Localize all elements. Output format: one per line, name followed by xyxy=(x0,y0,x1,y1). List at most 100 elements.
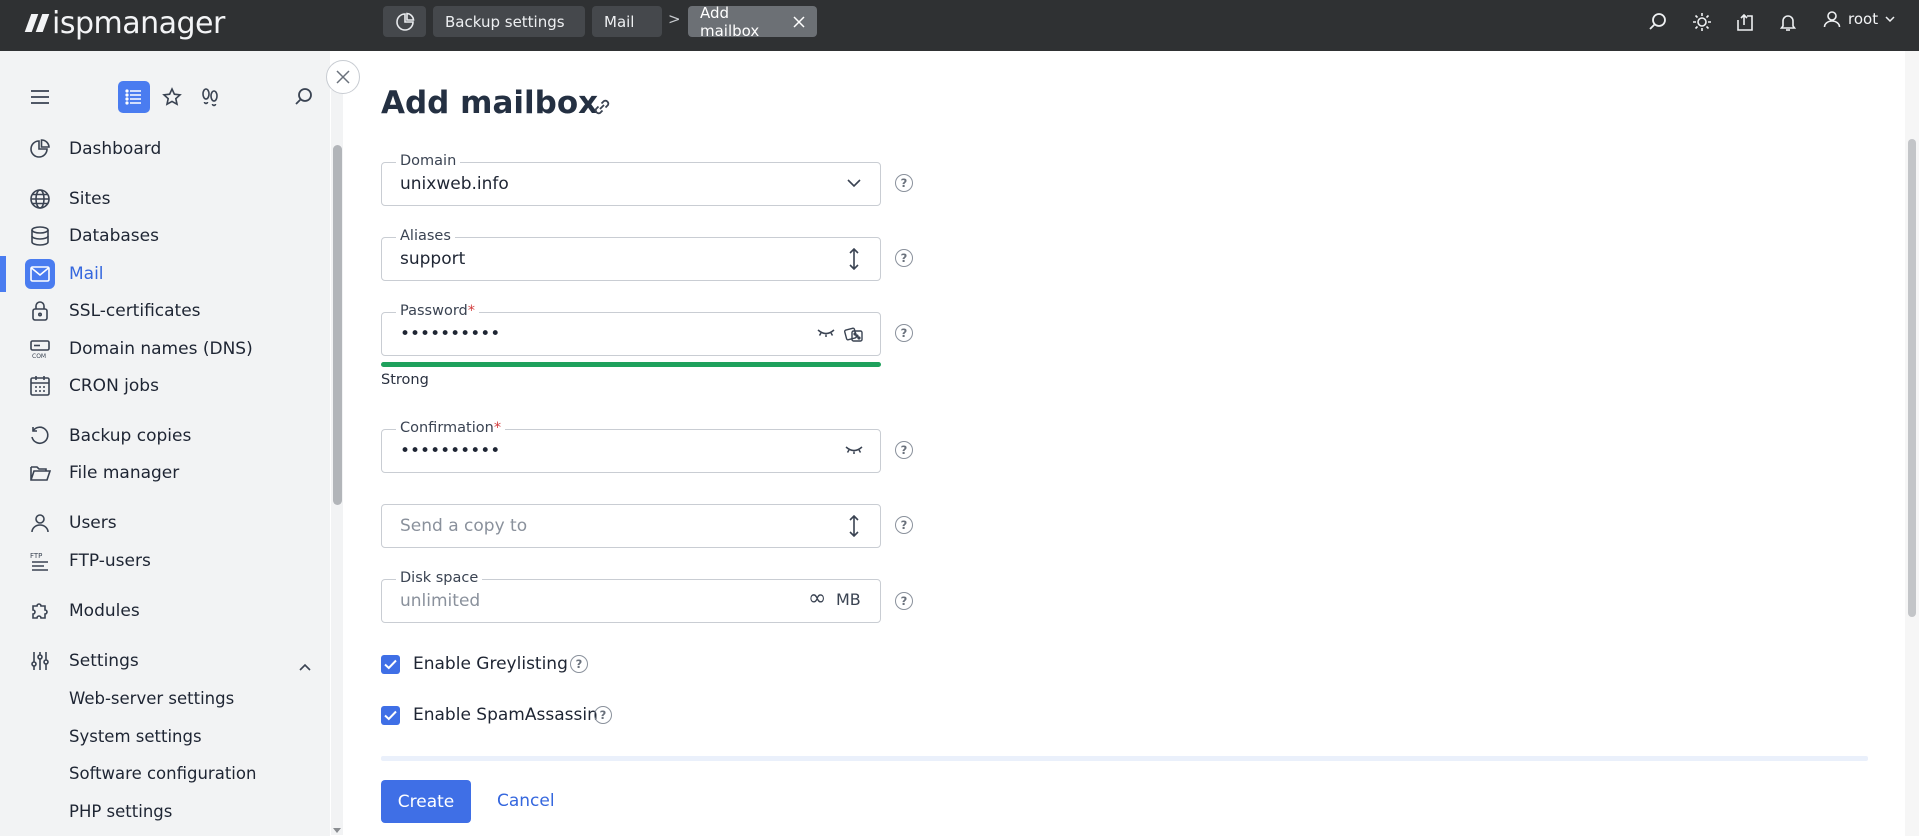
sidebar-subitem-web-server-settings[interactable]: Web-server settings xyxy=(69,689,234,708)
sidebar-subitem-php-settings[interactable]: PHP settings xyxy=(69,802,172,821)
main-scrollbar-thumb[interactable] xyxy=(1908,139,1916,617)
sidebar-item-dns[interactable]: COM Domain names (DNS) xyxy=(0,331,330,367)
field-placeholder: unlimited xyxy=(400,591,481,611)
page-title: Add mailbox xyxy=(381,85,599,121)
domain-select[interactable]: Domain unixweb.info xyxy=(381,153,881,206)
help-icon[interactable]: ? xyxy=(895,249,913,267)
create-button[interactable]: Create xyxy=(381,780,471,823)
sidebar-item-backup-copies[interactable]: Backup copies xyxy=(0,418,330,454)
sidebar-item-dashboard[interactable]: Dashboard xyxy=(0,131,330,167)
sidebar-item-mail[interactable]: Mail xyxy=(0,256,330,292)
sidebar-item-label: CRON jobs xyxy=(69,376,159,396)
sidebar-item-users[interactable]: Users xyxy=(0,505,330,541)
help-icon[interactable]: ? xyxy=(895,324,913,342)
help-icon[interactable]: ? xyxy=(895,516,913,534)
close-panel-button[interactable] xyxy=(326,60,360,94)
app-logo[interactable]: ispmanager xyxy=(24,6,225,41)
password-field[interactable]: Password* •••••••••• xyxy=(381,303,881,356)
sidebar-item-ssl-certificates[interactable]: SSL-certificates xyxy=(0,293,330,329)
pie-chart-icon xyxy=(395,12,414,31)
user-icon xyxy=(28,511,52,535)
scroll-down-arrow-icon[interactable] xyxy=(333,828,341,833)
sidebar-subitem-system-settings[interactable]: System settings xyxy=(69,727,202,746)
send-copy-field[interactable]: Send a copy to xyxy=(381,504,881,548)
confirmation-field[interactable]: Confirmation* •••••••••• xyxy=(381,420,881,473)
globe-icon xyxy=(28,187,52,211)
field-label: Password* xyxy=(396,303,479,319)
search-icon[interactable] xyxy=(288,81,320,113)
eye-closed-icon[interactable] xyxy=(845,445,863,455)
sidebar-item-label: Backup copies xyxy=(69,426,192,446)
spamassassin-checkbox[interactable] xyxy=(381,706,400,725)
help-icon[interactable]: ? xyxy=(570,655,588,673)
sun-icon[interactable] xyxy=(1691,11,1713,33)
chevron-up-icon[interactable] xyxy=(299,656,311,676)
expand-vertical-icon[interactable] xyxy=(848,515,860,537)
greylisting-label[interactable]: Enable Greylisting xyxy=(413,654,568,674)
chevron-down-icon xyxy=(847,179,861,188)
calendar-icon xyxy=(28,374,52,398)
sidebar-item-label: Domain names (DNS) xyxy=(69,339,253,359)
sidebar-scrollbar[interactable] xyxy=(331,90,343,835)
dice-generate-icon[interactable] xyxy=(844,324,864,344)
lock-icon xyxy=(28,299,52,323)
checkmark-icon xyxy=(384,710,397,721)
password-strength-label: Strong xyxy=(381,372,429,388)
star-icon[interactable] xyxy=(156,81,188,113)
help-icon[interactable]: ? xyxy=(895,441,913,459)
search-icon[interactable] xyxy=(1647,11,1669,33)
help-icon[interactable]: ? xyxy=(895,174,913,192)
sidebar-item-modules[interactable]: Modules xyxy=(0,593,330,629)
field-label: Disk space xyxy=(396,570,483,586)
field-value: •••••••••• xyxy=(400,441,501,461)
tab-label: Backup settings xyxy=(445,12,565,31)
tab-add-mailbox[interactable]: Add mailbox xyxy=(688,3,817,40)
bell-icon[interactable] xyxy=(1777,11,1799,33)
tab-label: Add mailbox xyxy=(700,3,760,40)
sidebar-item-label: Modules xyxy=(69,601,140,621)
field-label: Confirmation* xyxy=(396,420,506,436)
database-icon xyxy=(28,224,52,248)
sidebar-scrollbar-thumb[interactable] xyxy=(333,145,342,505)
greylisting-checkbox[interactable] xyxy=(381,655,400,674)
eye-closed-icon[interactable] xyxy=(817,328,835,338)
aliases-field[interactable]: Aliases support xyxy=(381,228,881,281)
sidebar-item-databases[interactable]: Databases xyxy=(0,218,330,254)
sidebar-item-settings[interactable]: Settings xyxy=(0,643,330,679)
sidebar-item-cron-jobs[interactable]: CRON jobs xyxy=(0,368,330,404)
top-bar: ispmanager Backup settings Mail > Add ma… xyxy=(0,0,1919,51)
tab-mail[interactable]: Mail xyxy=(592,6,662,37)
sidebar-item-label: File manager xyxy=(69,463,180,483)
svg-text:COM: COM xyxy=(32,353,46,360)
expand-vertical-icon[interactable] xyxy=(848,248,860,270)
field-label-text: Confirmation xyxy=(400,420,494,436)
spamassassin-label[interactable]: Enable SpamAssassin xyxy=(413,705,598,725)
field-placeholder: Send a copy to xyxy=(400,516,528,536)
help-icon[interactable]: ? xyxy=(594,706,612,724)
sidebar-item-label: Users xyxy=(69,513,117,533)
help-icon[interactable]: ? xyxy=(895,592,913,610)
backup-icon xyxy=(28,424,52,448)
close-tab-icon[interactable] xyxy=(793,15,805,28)
unit-suffix: MB xyxy=(836,590,861,609)
hamburger-menu-icon[interactable] xyxy=(24,81,56,113)
footprints-icon[interactable] xyxy=(194,81,226,113)
infinity-icon[interactable]: ∞ xyxy=(808,586,826,611)
disk-space-field[interactable]: Disk space unlimited xyxy=(381,570,881,623)
user-menu[interactable]: root xyxy=(1823,10,1895,28)
link-icon[interactable] xyxy=(591,96,613,122)
sidebar-item-file-manager[interactable]: File manager xyxy=(0,455,330,491)
sidebar-item-ftp-users[interactable]: FTP FTP-users xyxy=(0,543,330,579)
upload-icon[interactable] xyxy=(1734,11,1756,33)
close-icon xyxy=(336,70,350,84)
list-view-icon[interactable] xyxy=(118,81,150,113)
main-scrollbar[interactable] xyxy=(1905,51,1919,836)
sidebar-subitem-software-configuration[interactable]: Software configuration xyxy=(69,764,256,783)
sidebar-item-label: Settings xyxy=(69,651,139,671)
dashboard-shortcut-button[interactable] xyxy=(383,6,426,37)
sidebar-item-sites[interactable]: Sites xyxy=(0,181,330,217)
mail-icon xyxy=(25,259,55,289)
cancel-button[interactable]: Cancel xyxy=(497,791,555,811)
tab-backup-settings[interactable]: Backup settings xyxy=(433,6,585,37)
checkmark-icon xyxy=(384,659,397,670)
